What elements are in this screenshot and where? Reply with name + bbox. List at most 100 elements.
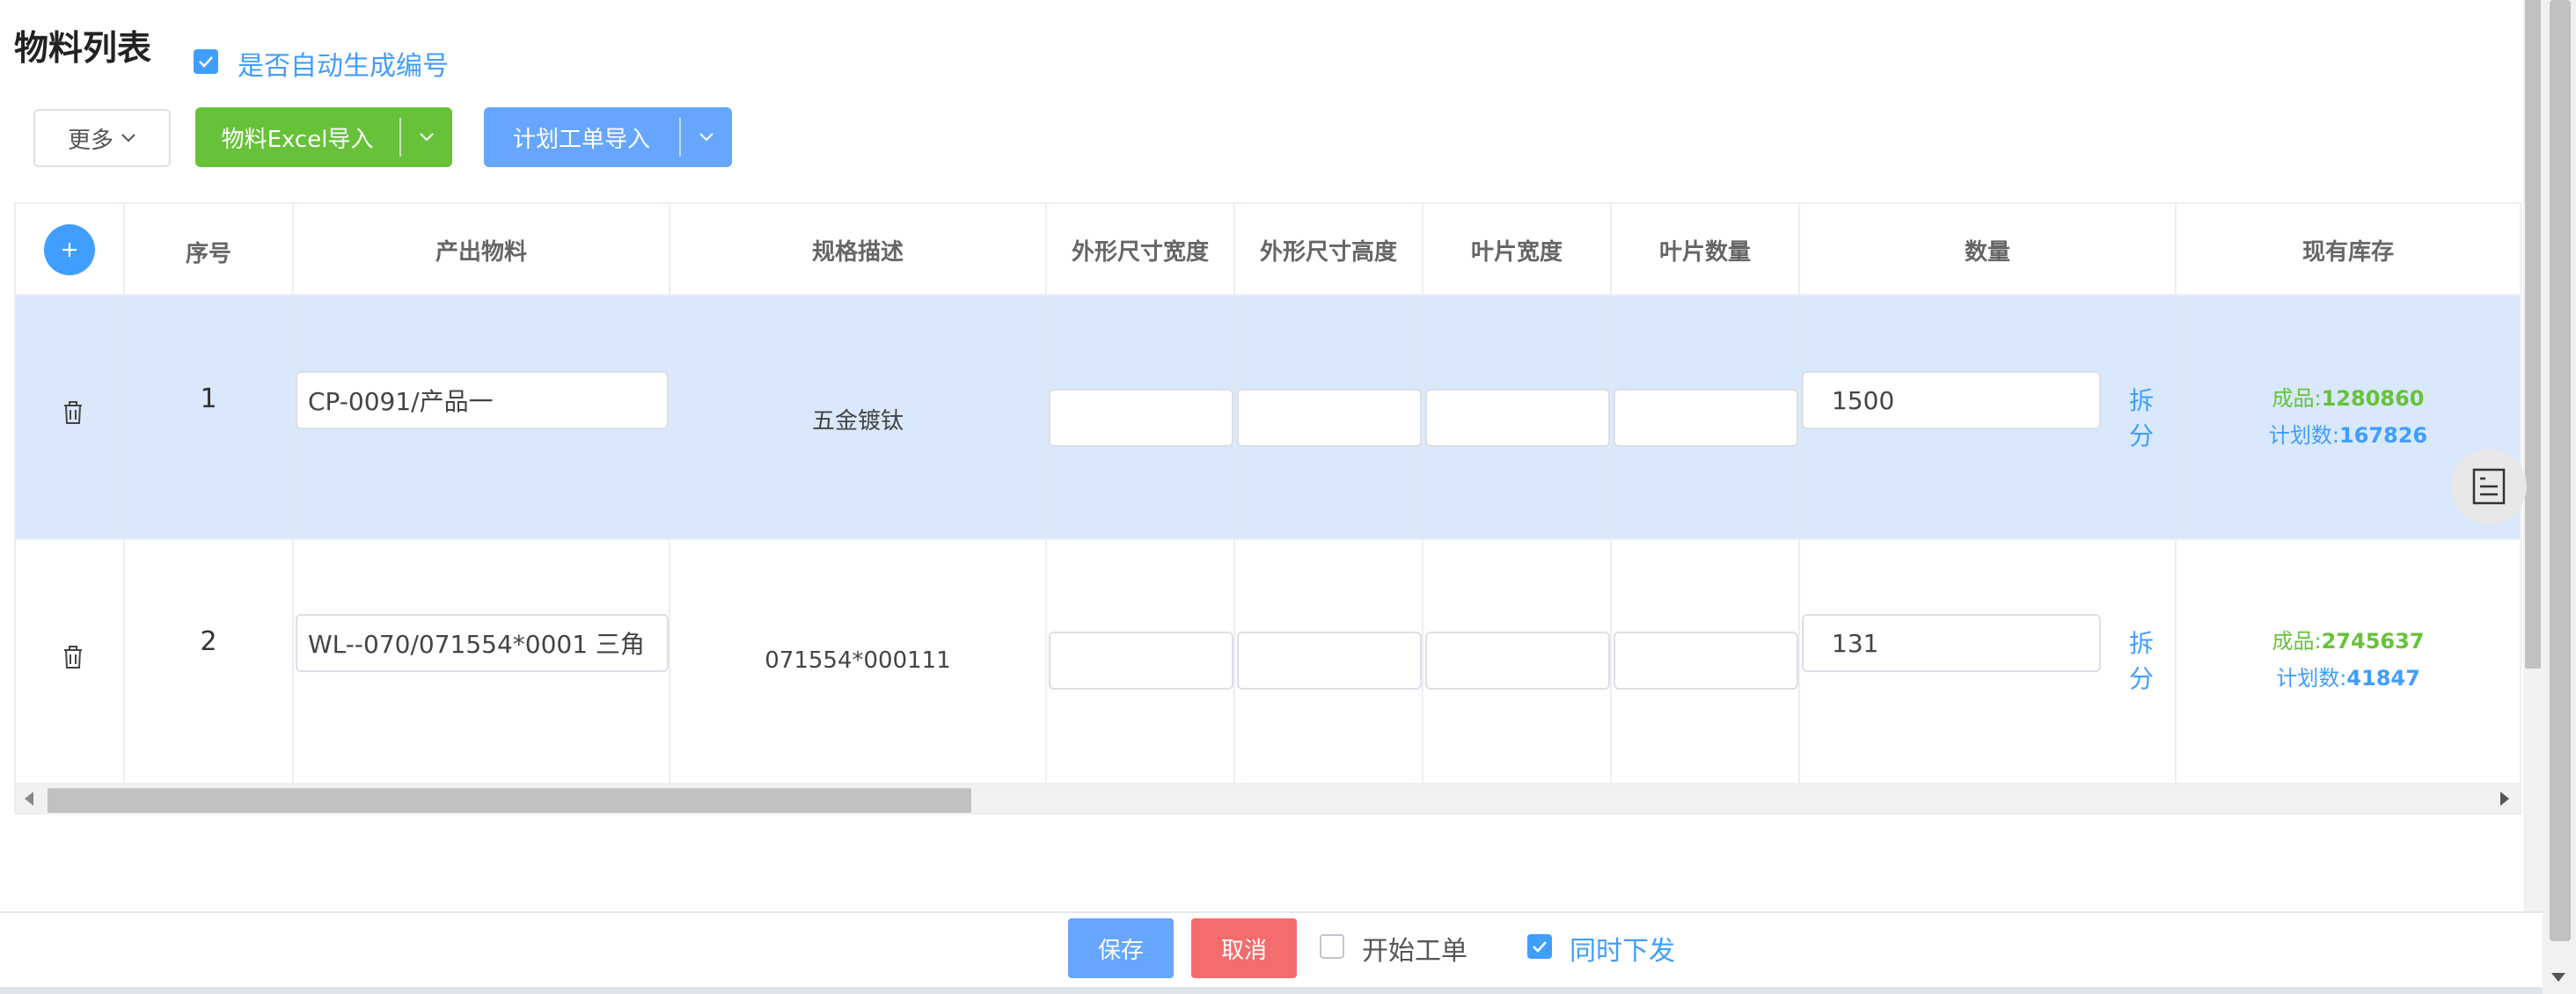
split-link[interactable]: 拆分	[2129, 625, 2175, 695]
floating-document-button[interactable]	[2451, 449, 2527, 524]
stock-finished-value: 2745637	[2321, 629, 2425, 654]
row-blade-count-cell	[1612, 540, 1800, 785]
row-quantity-cell: 1500 拆分	[1800, 296, 2177, 540]
scroll-down-icon[interactable]	[2551, 973, 2565, 982]
width-input[interactable]	[1049, 632, 1233, 690]
header-material: 产出物料	[294, 204, 670, 296]
excel-import-button[interactable]: 物料Excel导入	[195, 107, 399, 167]
stock-finished-label: 成品:	[2272, 629, 2322, 654]
row-seq-cell: 2	[125, 540, 294, 785]
stock-info: 成品:1280860 计划数:167826	[2177, 380, 2520, 454]
start-order-checkbox[interactable]	[1320, 934, 1344, 959]
check-icon	[199, 56, 213, 68]
table-row: 2 WL--070/071554*0001 三角 071554*000111 1…	[16, 540, 2520, 785]
chevron-down-icon	[699, 133, 714, 142]
height-input[interactable]	[1237, 632, 1422, 690]
more-button[interactable]: 更多	[33, 109, 171, 167]
dispatch-label[interactable]: 同时下发	[1570, 929, 1675, 968]
row-material-cell: WL--070/071554*0001 三角	[294, 540, 670, 785]
plan-import-button[interactable]: 计划工单导入	[484, 107, 679, 167]
row-blade-width-cell	[1423, 540, 1612, 785]
row-seq-cell: 1	[125, 296, 294, 540]
height-input[interactable]	[1237, 389, 1422, 447]
excel-import-split-button: 物料Excel导入	[195, 107, 452, 167]
header-stock: 现有库存	[2302, 238, 2394, 266]
row-delete-cell	[16, 540, 125, 785]
blade-width-input[interactable]	[1425, 389, 1610, 447]
row-blade-width-cell	[1423, 296, 1612, 540]
row-height-cell	[1235, 296, 1423, 540]
row-stock-cell: 成品:2745637 计划数:41847	[2177, 540, 2520, 785]
bottom-divider	[0, 987, 2543, 994]
horizontal-scroll-thumb[interactable]	[48, 788, 971, 813]
stock-plan-value: 41847	[2346, 666, 2420, 691]
trash-icon[interactable]	[62, 644, 84, 670]
header-height: 外形尺寸高度	[1235, 204, 1423, 296]
auto-number-label[interactable]: 是否自动生成编号	[238, 44, 449, 83]
header-add-cell	[16, 204, 125, 296]
excel-import-dropdown[interactable]	[399, 118, 452, 157]
plus-icon	[62, 243, 77, 257]
inner-vertical-scroll-thumb[interactable]	[2525, 0, 2541, 669]
horizontal-scrollbar[interactable]	[14, 783, 2521, 815]
row-material-cell: CP-0091/产品一	[294, 296, 670, 540]
chevron-down-icon	[121, 134, 135, 143]
inner-vertical-scrollbar[interactable]	[2523, 0, 2543, 915]
header-quantity: 数量	[1800, 204, 2177, 296]
page: 物料列表 是否自动生成编号 更多 物料Excel导入 计划工单导入 序号 产出物…	[0, 0, 2576, 994]
auto-number-checkbox[interactable]	[194, 49, 218, 74]
row-spec-cell: 五金镀钛	[670, 296, 1047, 540]
row-height-cell	[1235, 540, 1423, 785]
row-width-cell	[1047, 296, 1235, 540]
scroll-right-icon[interactable]	[2500, 792, 2509, 806]
trash-icon[interactable]	[62, 399, 84, 426]
plan-import-split-button: 计划工单导入	[484, 107, 732, 167]
blade-width-input[interactable]	[1425, 632, 1610, 690]
quantity-input[interactable]: 131	[1802, 614, 2101, 672]
header-seq: 序号	[125, 204, 294, 296]
footer-bar: 保存 取消 开始工单 同时下发	[0, 911, 2543, 987]
save-button[interactable]: 保存	[1068, 918, 1174, 978]
dispatch-checkbox[interactable]	[1527, 934, 1552, 959]
material-table: 序号 产出物料 规格描述 外形尺寸宽度 外形尺寸高度 叶片宽度 叶片数量 数量 …	[14, 202, 2521, 785]
table-header: 序号 产出物料 规格描述 外形尺寸宽度 外形尺寸高度 叶片宽度 叶片数量 数量 …	[16, 204, 2520, 296]
add-row-button[interactable]	[44, 224, 95, 275]
row-spec-cell: 071554*000111	[670, 540, 1047, 785]
row-delete-cell	[16, 296, 125, 540]
blade-count-input[interactable]	[1614, 632, 1798, 690]
chevron-down-icon	[420, 133, 434, 142]
material-input[interactable]: CP-0091/产品一	[296, 371, 669, 429]
table-row: 1 CP-0091/产品一 五金镀钛 1500 拆分 成品:1280860 计划…	[16, 296, 2520, 540]
split-link[interactable]: 拆分	[2129, 382, 2175, 452]
row-width-cell	[1047, 540, 1235, 785]
row-blade-count-cell	[1612, 296, 1800, 540]
plan-import-dropdown[interactable]	[679, 118, 732, 157]
header-width: 外形尺寸宽度	[1047, 204, 1235, 296]
page-vertical-scroll-thumb[interactable]	[2550, 0, 2571, 941]
row-seq: 1	[200, 384, 217, 414]
page-vertical-scrollbar[interactable]	[2543, 0, 2576, 994]
material-input[interactable]: WL--070/071554*0001 三角	[296, 614, 669, 672]
blade-count-input[interactable]	[1614, 389, 1798, 447]
check-icon	[1533, 941, 1547, 953]
quantity-input[interactable]: 1500	[1802, 371, 2101, 429]
stock-plan-value: 167826	[2338, 423, 2428, 448]
stock-plan-label: 计划数:	[2276, 666, 2347, 691]
document-icon	[2472, 468, 2506, 505]
row-spec: 071554*000111	[765, 647, 951, 674]
row-spec: 五金镀钛	[811, 408, 904, 435]
stock-info: 成品:2745637 计划数:41847	[2177, 623, 2520, 697]
width-input[interactable]	[1049, 389, 1233, 447]
header-blade-count: 叶片数量	[1612, 204, 1800, 296]
more-button-label: 更多	[67, 127, 113, 154]
stock-finished-value: 1280860	[2321, 386, 2425, 411]
page-title: 物料列表	[14, 29, 152, 69]
start-order-label[interactable]: 开始工单	[1362, 929, 1467, 968]
row-quantity-cell: 131 拆分	[1800, 540, 2177, 785]
scroll-left-icon[interactable]	[25, 792, 33, 806]
stock-plan-label: 计划数:	[2268, 423, 2339, 448]
stock-finished-label: 成品:	[2272, 386, 2322, 411]
cancel-button[interactable]: 取消	[1191, 918, 1297, 978]
header-spec: 规格描述	[670, 204, 1047, 296]
header-blade-width: 叶片宽度	[1423, 204, 1612, 296]
